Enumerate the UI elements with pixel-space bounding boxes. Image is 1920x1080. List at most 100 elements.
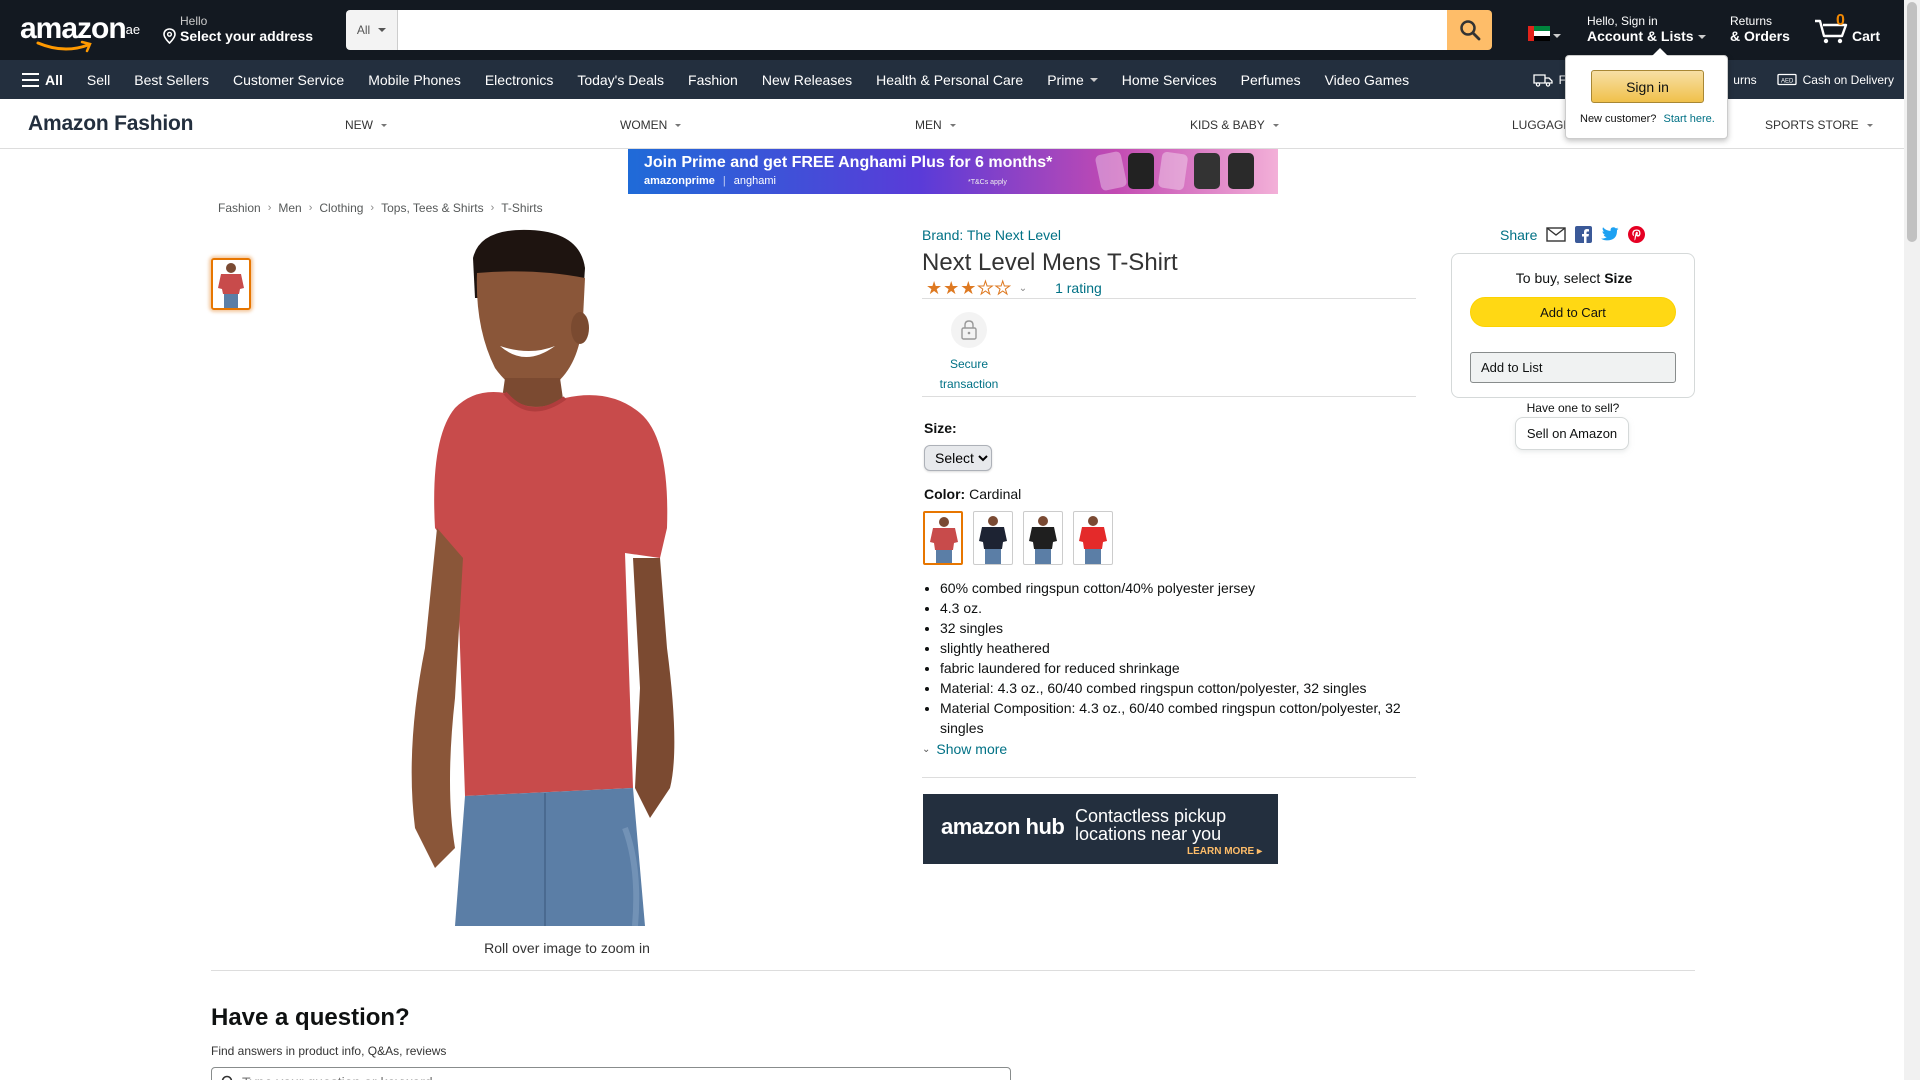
chevron-down-icon [949, 123, 956, 127]
chevron-down-icon [1866, 123, 1873, 127]
account-lists[interactable]: Hello, Sign in Account & Lists [1587, 14, 1706, 44]
fashion-cat-women[interactable]: WOMEN [620, 118, 682, 132]
chevron-down-icon [381, 123, 387, 127]
amazon-logo[interactable]: amazon .ae [20, 12, 142, 53]
brand-link[interactable]: Brand: The Next Level [922, 227, 1061, 243]
question-title: Have a question? [211, 1004, 410, 1031]
truck-icon [1532, 73, 1553, 87]
add-to-list-button[interactable]: Add to List [1470, 352, 1676, 383]
cart-count: 0 [1836, 12, 1845, 29]
subnav-todays-deals[interactable]: Today's Deals [565, 72, 676, 88]
color-swatch-navy[interactable] [973, 511, 1013, 565]
chevron-right-icon: › [370, 202, 375, 214]
subnav-best-sellers[interactable]: Best Sellers [122, 72, 221, 88]
chevron-down-icon [1697, 35, 1706, 40]
star-empty-icon: ★ [994, 278, 1011, 298]
signin-button[interactable]: Sign in [1591, 70, 1704, 103]
subnav-mobile-phones[interactable]: Mobile Phones [356, 72, 473, 88]
smile-arrow-icon [36, 40, 92, 53]
chevron-right-icon: › [490, 202, 495, 214]
fashion-cat-new[interactable]: NEW [345, 118, 387, 132]
chevron-down-icon [1272, 123, 1279, 127]
section-divider [211, 970, 1695, 971]
breadcrumb-link[interactable]: Fashion [218, 201, 261, 215]
amazon-hub-ad[interactable]: amazon hub Contactless pickup locations … [923, 794, 1278, 864]
color-swatch-red[interactable] [1073, 511, 1113, 565]
color-swatch-black[interactable] [1023, 511, 1063, 565]
subnav-returns[interactable]: urns [1723, 73, 1766, 87]
subnav-new-releases[interactable]: New Releases [750, 72, 864, 88]
subnav-customer-service[interactable]: Customer Service [221, 72, 356, 88]
breadcrumb-link[interactable]: T-Shirts [501, 201, 542, 215]
facebook-icon[interactable] [1575, 226, 1593, 243]
uae-flag-icon[interactable] [1528, 26, 1550, 41]
scrollbar-thumb[interactable] [1907, 2, 1917, 242]
divider [922, 298, 1416, 299]
sell-question: Have one to sell? [1526, 401, 1620, 415]
search-button[interactable] [1447, 10, 1492, 50]
sell-on-amazon-button[interactable]: Sell on Amazon [1515, 417, 1629, 450]
lock-icon [951, 312, 987, 348]
subnav-perfumes[interactable]: Perfumes [1229, 72, 1313, 88]
start-here-link[interactable]: Start here. [1663, 113, 1714, 125]
chevron-down-icon [675, 123, 682, 127]
breadcrumb: Fashion › Men › Clothing › Tops, Tees & Shi… [218, 201, 543, 215]
subnav-fashion[interactable]: Fashion [676, 72, 750, 88]
subnav-cash-on-delivery[interactable]: AED Cash on Delivery [1767, 73, 1904, 87]
subnav-electronics[interactable]: Electronics [473, 72, 565, 88]
breadcrumb-link[interactable]: Tops, Tees & Shirts [381, 201, 484, 215]
subnav-sell[interactable]: Sell [75, 72, 122, 88]
size-select[interactable]: Select [924, 445, 992, 471]
returns-orders[interactable]: Returns & Orders [1730, 14, 1790, 44]
pinterest-icon[interactable] [1628, 226, 1646, 243]
question-search-input[interactable] [211, 1067, 1011, 1080]
subnav-health-personal-care[interactable]: Health & Personal Care [864, 72, 1035, 88]
store-title[interactable]: Amazon Fashion [28, 112, 193, 136]
search-input[interactable] [398, 10, 1447, 50]
twitter-icon[interactable] [1601, 227, 1619, 242]
feature-bullet: 4.3 oz. [940, 598, 1416, 618]
page-scrollbar[interactable] [1904, 0, 1920, 1080]
product-thumbnail[interactable] [211, 258, 251, 310]
feature-bullets: 60% combed ringspun cotton/40% polyester… [926, 578, 1416, 738]
chevron-down-icon[interactable]: ⌄ [1019, 283, 1027, 294]
rating-count-link[interactable]: 1 rating [1055, 280, 1102, 296]
zoom-hint: Roll over image to zoom in [484, 940, 650, 956]
search-icon [1459, 20, 1480, 41]
fashion-cat-luggage[interactable]: LUGGAGE [1512, 118, 1571, 132]
chevron-right-icon: › [267, 202, 272, 214]
subnav-video-games[interactable]: Video Games [1313, 72, 1422, 88]
product-title: Next Level Mens T-Shirt [922, 249, 1178, 276]
secure-transaction[interactable]: Secure transaction [938, 312, 1000, 394]
breadcrumb-link[interactable]: Men [278, 201, 301, 215]
delivery-address[interactable]: Hello Select your address [162, 14, 313, 44]
cart-button[interactable]: 0 Cart [1814, 12, 1884, 46]
product-main-image[interactable] [395, 228, 740, 927]
prime-anghami-banner[interactable]: Join Prime and get FREE Anghami Plus for… [628, 149, 1278, 194]
chevron-right-icon: › [308, 202, 313, 214]
share-link[interactable]: Share [1500, 227, 1537, 243]
fashion-cat-kids-baby[interactable]: KIDS & BABY [1190, 118, 1279, 132]
email-icon[interactable] [1546, 227, 1567, 242]
subnav-home-services[interactable]: Home Services [1110, 72, 1229, 88]
star-filled-icon: ★ [960, 278, 977, 298]
divider [922, 396, 1416, 397]
breadcrumb-link[interactable]: Clothing [319, 201, 363, 215]
svg-text:AED: AED [1781, 79, 1794, 85]
search-category-dropdown[interactable]: All [346, 10, 398, 50]
chevron-down-icon [378, 28, 387, 32]
all-menu-button[interactable]: All [0, 72, 75, 88]
signin-flyout: Sign in New customer? Start here. [1565, 48, 1728, 139]
banner-deco-card [1128, 153, 1154, 189]
fashion-cat-men[interactable]: MEN [915, 118, 956, 132]
star-rating[interactable]: ★ ★ ★ ★ ★ [926, 278, 1011, 298]
search-icon [221, 1075, 233, 1080]
fashion-cat-sports-store[interactable]: SPORTS STORE [1765, 118, 1873, 132]
color-swatch-cardinal[interactable] [923, 511, 963, 565]
subnav-prime[interactable]: Prime [1035, 72, 1110, 88]
divider [922, 777, 1416, 778]
add-to-cart-button[interactable]: Add to Cart [1470, 297, 1676, 327]
show-more-link[interactable]: ⌄ Show more [922, 741, 1007, 757]
feature-bullet: 32 singles [940, 618, 1416, 638]
search-bar: All [346, 10, 1492, 50]
